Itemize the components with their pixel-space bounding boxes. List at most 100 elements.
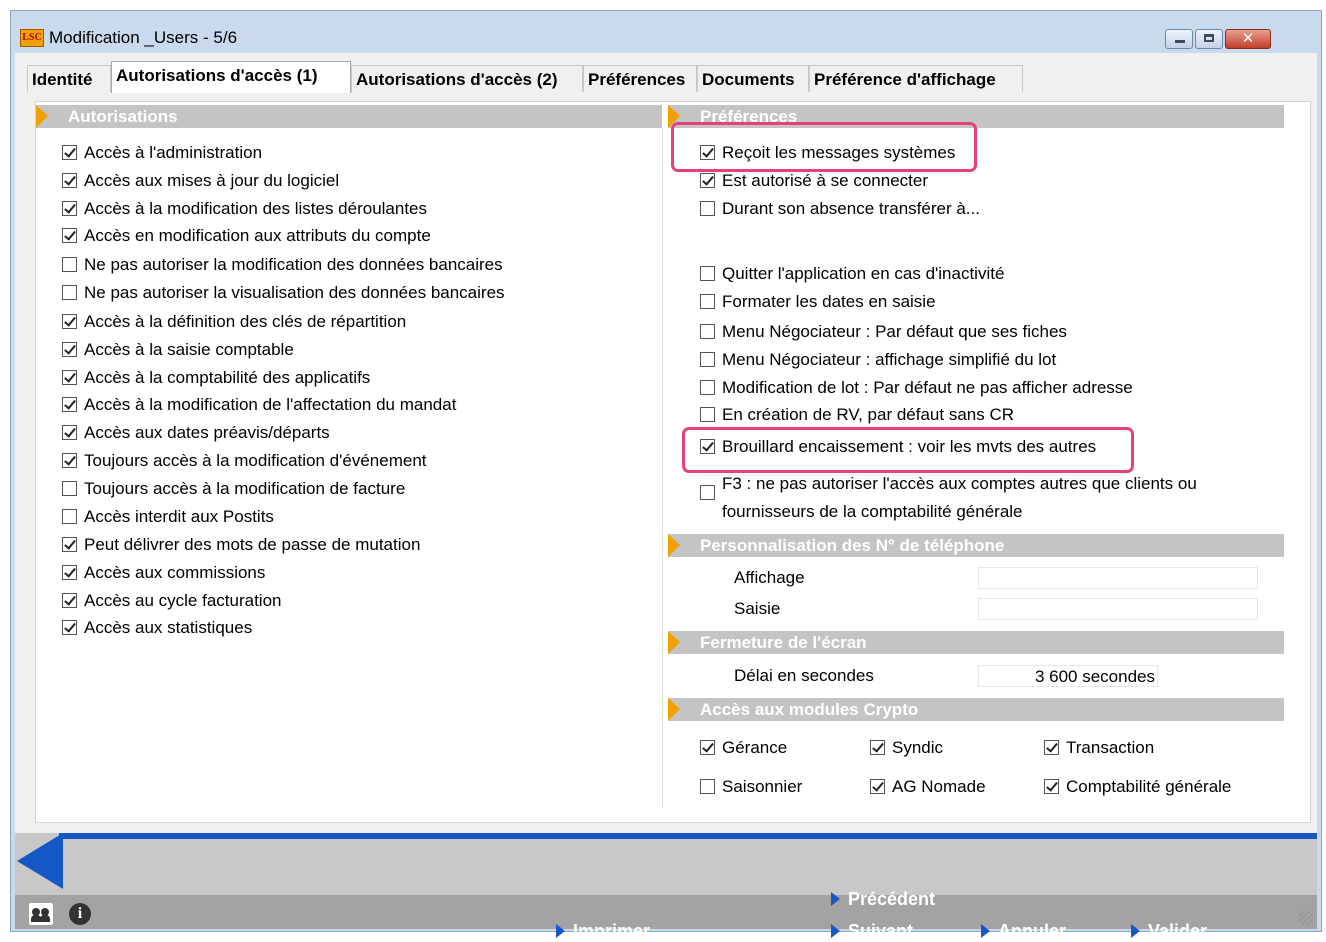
play-icon <box>831 924 840 938</box>
section-arrow-icon <box>668 631 680 654</box>
checkbox[interactable] <box>62 370 77 385</box>
checkbox[interactable] <box>62 314 77 329</box>
minimize-button[interactable] <box>1165 29 1193 49</box>
checkbox[interactable] <box>700 380 715 395</box>
checkbox[interactable] <box>700 324 715 339</box>
annuler-button[interactable]: Annuler <box>981 921 1066 942</box>
checkbox[interactable] <box>62 228 77 243</box>
checkbox-label: Quitter l'application en cas d'inactivit… <box>722 264 1005 283</box>
checkbox[interactable] <box>62 453 77 468</box>
checkbox[interactable] <box>62 509 77 524</box>
checkbox[interactable] <box>1044 740 1059 755</box>
title-bar[interactable]: LSC Modification _Users - 5/6 ✕ <box>11 11 1321 49</box>
section-arrow-icon <box>668 698 680 721</box>
checkbox-label: Accès à la saisie comptable <box>84 340 294 359</box>
checkbox[interactable] <box>870 779 885 794</box>
section-arrow-icon <box>668 534 680 557</box>
tab-identite[interactable]: Identité <box>27 65 111 92</box>
checkbox-label: Accès aux statistiques <box>84 618 253 637</box>
affichage-input[interactable] <box>978 567 1258 589</box>
checkbox-label: Accès à la modification de l'affectation… <box>84 395 457 414</box>
checkbox[interactable] <box>62 145 77 160</box>
checkbox[interactable] <box>700 294 715 309</box>
fermeture-title: Fermeture de l'écran <box>700 633 867 652</box>
checkbox[interactable] <box>700 352 715 367</box>
checkbox[interactable] <box>700 266 715 281</box>
crypto-list: Gérance Syndic Transaction Saisonnier AG Nom… <box>668 721 1284 811</box>
checkbox[interactable] <box>62 620 77 635</box>
telephone-header: Personnalisation des N° de téléphone <box>668 534 1284 557</box>
checkbox[interactable] <box>1044 779 1059 794</box>
delai-input[interactable]: 3 600 secondes <box>978 665 1158 687</box>
checkbox[interactable] <box>62 342 77 357</box>
checkbox[interactable] <box>700 201 715 216</box>
accent-line <box>59 833 1317 839</box>
checkbox[interactable] <box>700 407 715 422</box>
checkbox[interactable] <box>62 173 77 188</box>
saisie-input[interactable] <box>978 598 1258 620</box>
tab-autorisations-1[interactable]: Autorisations d'accès (1) <box>111 61 351 93</box>
checkbox-label: Accès à la comptabilité des applicatifs <box>84 368 371 387</box>
checkbox-label: Accès aux mises à jour du logiciel <box>84 171 340 190</box>
checkbox-label: Gérance <box>722 738 788 757</box>
checkbox[interactable] <box>62 537 77 552</box>
maximize-icon <box>1204 34 1214 42</box>
affichage-label: Affichage <box>734 568 805 587</box>
checkbox-label: Accès à l'administration <box>84 143 263 162</box>
checkbox[interactable] <box>62 257 77 272</box>
maximize-button[interactable] <box>1195 29 1223 49</box>
checkbox[interactable] <box>62 201 77 216</box>
close-button[interactable]: ✕ <box>1225 29 1271 49</box>
autorisations-list: Accès à l'administration Accès aux mises … <box>36 128 663 808</box>
autorisations-title: Autorisations <box>68 107 178 126</box>
tab-autorisations-2[interactable]: Autorisations d'accès (2) <box>351 65 583 92</box>
play-icon <box>981 924 990 938</box>
saisie-label: Saisie <box>734 599 781 618</box>
highlight-recoit-messages <box>671 122 977 172</box>
checkbox-label: Peut délivrer des mots de passe de mutat… <box>84 535 421 554</box>
checkbox-label: Formater les dates en saisie <box>722 292 936 311</box>
tab-preference-affichage[interactable]: Préférence d'affichage <box>809 65 1023 92</box>
play-icon <box>1131 924 1140 938</box>
window-title: Modification _Users - 5/6 <box>49 28 238 47</box>
checkbox[interactable] <box>62 593 77 608</box>
checkbox[interactable] <box>62 425 77 440</box>
valider-button[interactable]: Valider <box>1131 921 1207 942</box>
nav-triangle-icon <box>17 833 63 889</box>
telephone-title: Personnalisation des N° de téléphone <box>700 536 1005 555</box>
checkbox-label: Accès à la définition des clés de répart… <box>84 312 407 331</box>
tab-page: Autorisations Accès à l'administration Ac… <box>35 101 1311 823</box>
checkbox-label: En création de RV, par défaut sans CR <box>722 405 1015 424</box>
checkbox-label: Toujours accès à la modification d'événe… <box>84 451 427 470</box>
imprimer-button[interactable]: Imprimer <box>556 921 650 942</box>
checkbox[interactable] <box>62 565 77 580</box>
imprimer-label: Imprimer <box>573 921 651 941</box>
suivant-button[interactable]: Suivant <box>831 921 913 942</box>
minimize-icon <box>1175 40 1185 43</box>
main-window: LSC Modification _Users - 5/6 ✕ Identité… <box>10 10 1322 941</box>
checkbox-label: Saisonnier <box>722 777 803 796</box>
checkbox-label: Est autorisé à se connecter <box>722 171 929 190</box>
checkbox[interactable] <box>62 397 77 412</box>
checkbox[interactable] <box>870 740 885 755</box>
checkbox-label: AG Nomade <box>892 777 986 796</box>
checkbox[interactable] <box>62 481 77 496</box>
checkbox[interactable] <box>700 485 715 500</box>
action-bar: i Précédent Imprimer Suivant Annuler Val… <box>15 833 1317 941</box>
info-icon[interactable]: i <box>69 903 91 925</box>
checkbox-label: Menu Négociateur : affichage simplifié d… <box>722 350 1057 369</box>
tab-documents[interactable]: Documents <box>697 65 809 92</box>
checkbox[interactable] <box>62 285 77 300</box>
action-bar-lower: i <box>15 895 1317 929</box>
play-icon <box>831 892 840 906</box>
checkbox[interactable] <box>700 779 715 794</box>
checkbox[interactable] <box>700 173 715 188</box>
tab-preferences[interactable]: Préférences <box>583 65 697 92</box>
valider-label: Valider <box>1148 921 1208 941</box>
annuler-label: Annuler <box>998 921 1067 941</box>
checkbox[interactable] <box>700 740 715 755</box>
users-icon[interactable] <box>29 903 53 925</box>
highlight-brouillard <box>682 427 1134 473</box>
precedent-button[interactable]: Précédent <box>831 889 935 910</box>
resize-grip-icon[interactable] <box>1299 911 1313 925</box>
